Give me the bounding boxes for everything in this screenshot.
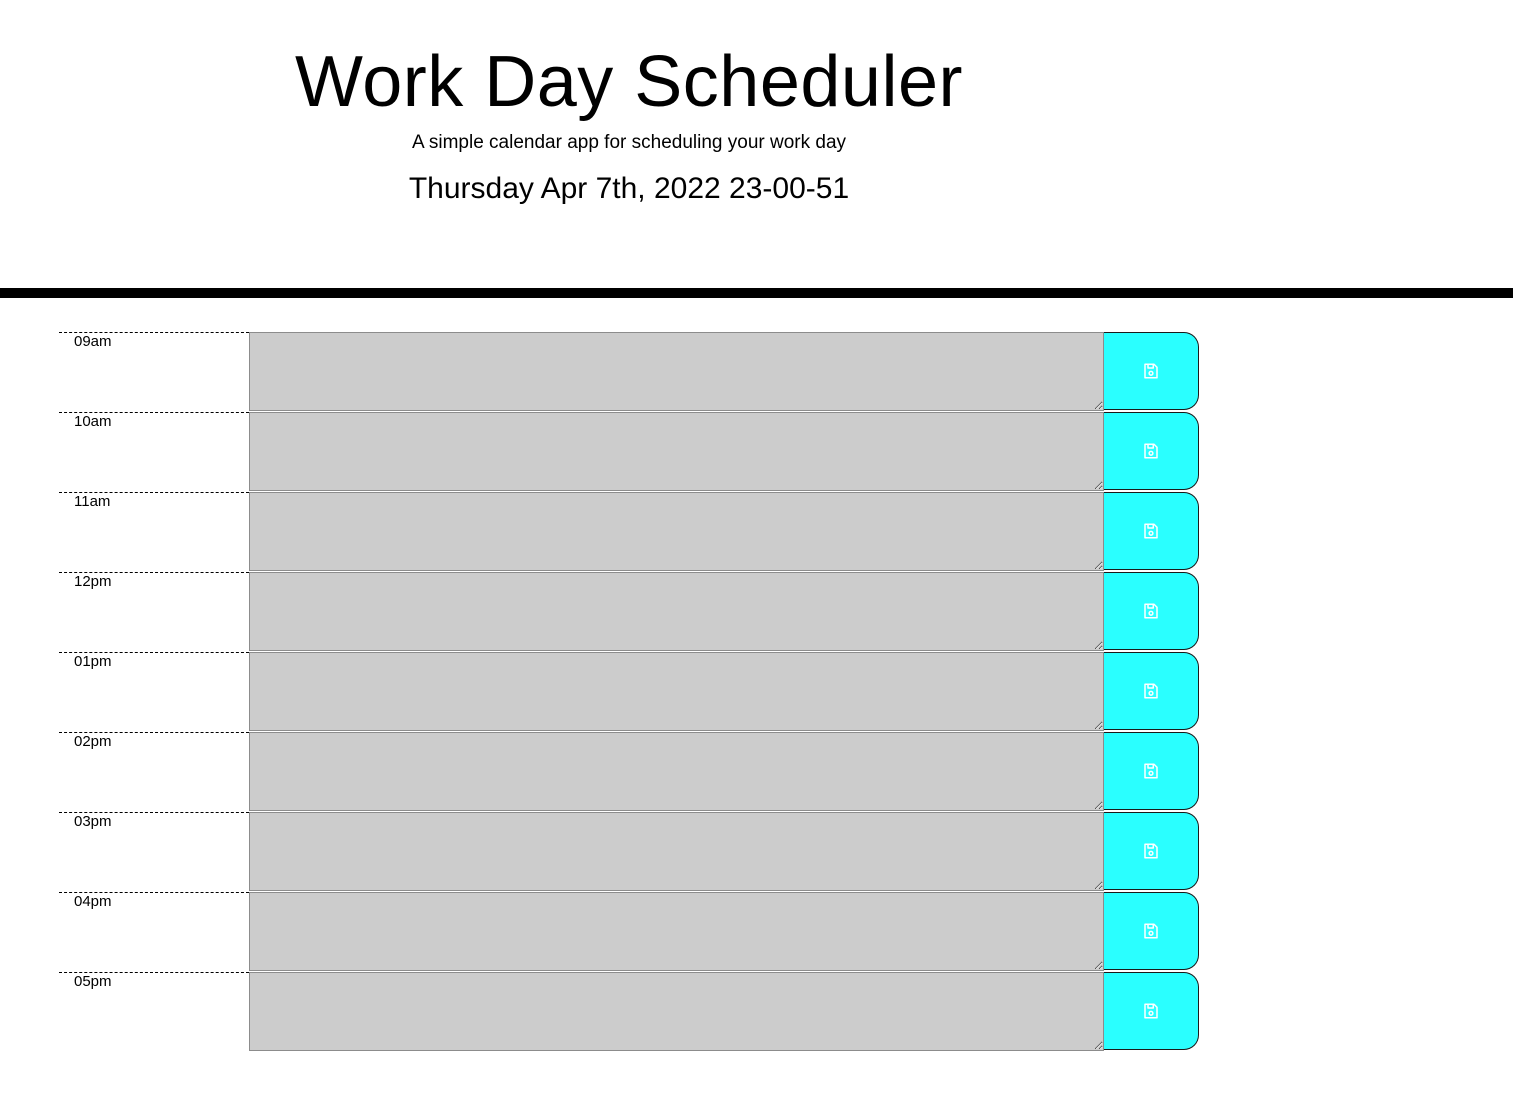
event-description-input[interactable] [249,892,1104,971]
event-description-input[interactable] [249,732,1104,811]
time-block: 12pm [59,572,1199,652]
save-button[interactable] [1104,892,1199,970]
save-icon [1144,523,1158,539]
hour-label: 12pm [59,572,249,652]
time-block: 11am [59,492,1199,572]
save-button[interactable] [1104,492,1199,570]
page-title: Work Day Scheduler [295,42,963,122]
save-icon [1144,763,1158,779]
event-description-input[interactable] [249,572,1104,651]
event-description-input[interactable] [249,332,1104,411]
time-block: 10am [59,412,1199,492]
hour-label: 10am [59,412,249,492]
save-button[interactable] [1104,412,1199,490]
save-button[interactable] [1104,812,1199,890]
event-description-input[interactable] [249,652,1104,731]
save-icon [1144,683,1158,699]
hour-label: 04pm [59,892,249,972]
save-icon [1144,363,1158,379]
event-description-input[interactable] [249,492,1104,571]
time-block: 05pm [59,972,1199,1052]
time-block: 02pm [59,732,1199,812]
scheduler-container: 09am 10am 11am 12pm 01pm 02pm 03pm 04pm … [59,332,1199,1052]
event-description-input[interactable] [249,412,1104,491]
time-block: 09am [59,332,1199,412]
save-button[interactable] [1104,572,1199,650]
save-icon [1144,443,1158,459]
page-header: Work Day Scheduler A simple calendar app… [0,0,1513,298]
time-block: 04pm [59,892,1199,972]
event-description-input[interactable] [249,972,1104,1051]
hour-label: 05pm [59,972,249,1052]
save-button[interactable] [1104,732,1199,810]
save-icon [1144,843,1158,859]
save-button[interactable] [1104,972,1199,1050]
hour-label: 02pm [59,732,249,812]
hour-label: 03pm [59,812,249,892]
save-icon [1144,923,1158,939]
save-button[interactable] [1104,332,1199,410]
current-day: Thursday Apr 7th, 2022 23-00-51 [408,172,850,205]
event-description-input[interactable] [249,812,1104,891]
save-icon [1144,1003,1158,1019]
time-block: 03pm [59,812,1199,892]
save-icon [1144,603,1158,619]
hour-label: 09am [59,332,249,412]
save-button[interactable] [1104,652,1199,730]
page-subtitle: A simple calendar app for scheduling you… [411,132,847,153]
time-block: 01pm [59,652,1199,732]
hour-label: 01pm [59,652,249,732]
hour-label: 11am [59,492,249,572]
